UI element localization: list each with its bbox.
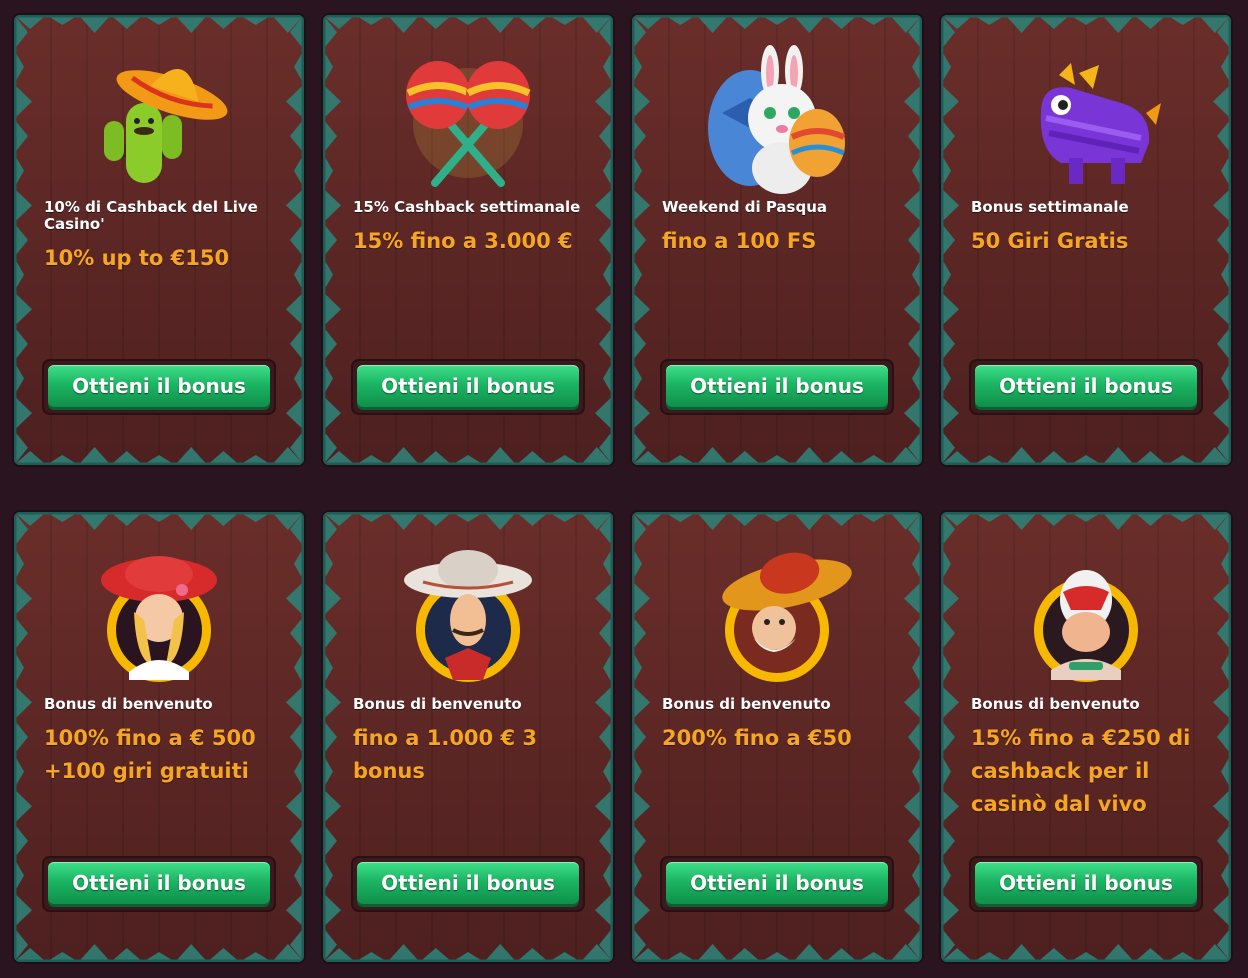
get-bonus-button[interactable]: Ottieni il bonus xyxy=(975,862,1197,904)
button-frame: Ottieni il bonus xyxy=(660,359,894,415)
card-offer: 200% fino a €50 xyxy=(662,726,852,750)
cactus-sombrero-icon xyxy=(74,33,244,203)
bonus-card: Bonus di benvenuto 15% fino a €250 di ca… xyxy=(941,512,1231,962)
card-offer: 15% fino a 3.000 € xyxy=(353,229,573,253)
button-frame: Ottieni il bonus xyxy=(42,856,276,912)
get-bonus-button[interactable]: Ottieni il bonus xyxy=(48,365,270,407)
button-frame: Ottieni il bonus xyxy=(42,359,276,415)
card-title: Bonus di benvenuto xyxy=(971,695,1140,713)
bonus-card: Bonus di benvenuto 100% fino a € 500 +10… xyxy=(14,512,304,962)
bonus-card: Bonus settimanale 50 Giri Gratis Ottieni… xyxy=(941,15,1231,465)
card-title: Bonus di benvenuto xyxy=(662,695,831,713)
mariachi-avatar-icon xyxy=(383,530,553,700)
bonus-card: Weekend di Pasqua fino a 100 FS Ottieni … xyxy=(632,15,922,465)
card-title: Bonus di benvenuto xyxy=(353,695,522,713)
card-offer: 50 Giri Gratis xyxy=(971,229,1129,253)
card-offer: 15% fino a €250 di cashback per il casin… xyxy=(971,726,1191,816)
button-frame: Ottieni il bonus xyxy=(969,359,1203,415)
card-offer: 100% fino a € 500 +100 giri gratuiti xyxy=(44,726,256,783)
bonus-card: 10% di Cashback del Live Casino' 10% up … xyxy=(14,15,304,465)
maracas-icon xyxy=(383,33,553,203)
button-frame: Ottieni il bonus xyxy=(351,359,585,415)
get-bonus-button[interactable]: Ottieni il bonus xyxy=(48,862,270,904)
card-offer: 10% up to €150 xyxy=(44,246,230,270)
button-frame: Ottieni il bonus xyxy=(660,856,894,912)
card-title: Weekend di Pasqua xyxy=(662,198,828,216)
bonus-card: 15% Cashback settimanale 15% fino a 3.00… xyxy=(323,15,613,465)
bandit-avatar-icon xyxy=(692,530,862,700)
card-offer: fino a 1.000 € 3 bonus xyxy=(353,726,538,783)
card-title: Bonus di benvenuto xyxy=(44,695,213,713)
get-bonus-button[interactable]: Ottieni il bonus xyxy=(975,365,1197,407)
easter-bunny-icon xyxy=(692,33,862,203)
pinata-icon xyxy=(1001,33,1171,203)
get-bonus-button[interactable]: Ottieni il bonus xyxy=(357,365,579,407)
bonus-card: Bonus di benvenuto fino a 1.000 € 3 bonu… xyxy=(323,512,613,962)
card-title: Bonus settimanale xyxy=(971,198,1129,216)
card-offer: fino a 100 FS xyxy=(662,229,817,253)
get-bonus-button[interactable]: Ottieni il bonus xyxy=(666,862,888,904)
bonus-card: Bonus di benvenuto 200% fino a €50 Ottie… xyxy=(632,512,922,962)
luchador-avatar-icon xyxy=(1001,530,1171,700)
card-title: 10% di Cashback del Live Casino' xyxy=(44,198,258,233)
button-frame: Ottieni il bonus xyxy=(351,856,585,912)
senorita-avatar-icon xyxy=(74,530,244,700)
card-title: 15% Cashback settimanale xyxy=(353,198,581,216)
button-frame: Ottieni il bonus xyxy=(969,856,1203,912)
bonus-grid: 10% di Cashback del Live Casino' 10% up … xyxy=(0,0,1248,978)
get-bonus-button[interactable]: Ottieni il bonus xyxy=(666,365,888,407)
get-bonus-button[interactable]: Ottieni il bonus xyxy=(357,862,579,904)
